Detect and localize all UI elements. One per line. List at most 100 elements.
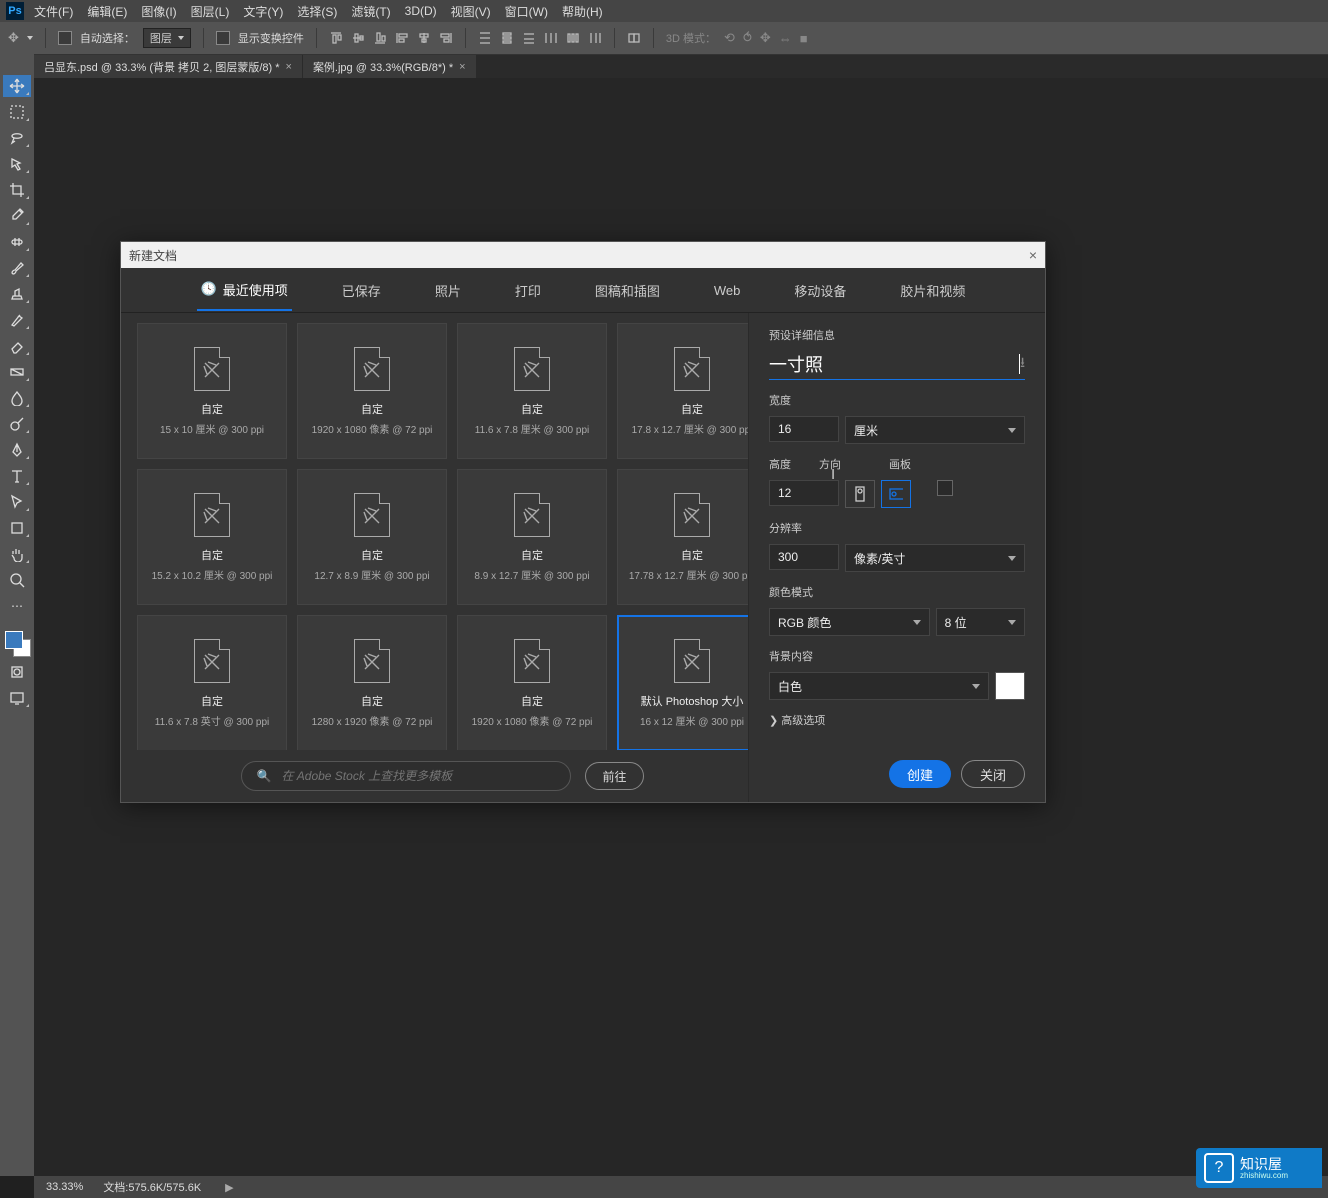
zoom-level[interactable]: 33.33% (46, 1181, 83, 1193)
marquee-tool[interactable] (3, 101, 31, 123)
preset-name-input[interactable]: 一寸照 (769, 351, 1019, 377)
dist-left-icon[interactable] (544, 31, 558, 45)
auto-select-target[interactable]: 图层 (143, 28, 191, 48)
align-left-icon[interactable] (395, 31, 409, 45)
quick-select-tool[interactable] (3, 153, 31, 175)
gradient-tool[interactable] (3, 361, 31, 383)
zoom-tool[interactable] (3, 569, 31, 591)
preset-item[interactable]: 自定1920 x 1080 像素 @ 72 ppi (297, 323, 447, 459)
shape-tool[interactable] (3, 517, 31, 539)
color-mode-select[interactable]: RGB 颜色 (769, 608, 930, 636)
height-input[interactable] (769, 480, 839, 506)
preset-item[interactable]: 自定15.2 x 10.2 厘米 @ 300 ppi (137, 469, 287, 605)
stock-search[interactable]: 🔍 (241, 761, 571, 791)
preset-item[interactable]: 自定11.6 x 7.8 英寸 @ 300 ppi (137, 615, 287, 750)
3d-slide-icon[interactable]: ⇔ (779, 31, 792, 46)
close-tab-icon[interactable]: × (286, 61, 292, 73)
menu-edit[interactable]: 编辑(E) (87, 3, 127, 20)
3d-orbit-icon[interactable]: ⟲ (724, 30, 735, 46)
auto-align-icon[interactable] (627, 31, 641, 45)
close-button[interactable]: 关闭 (961, 760, 1025, 788)
preset-item[interactable]: 自定17.78 x 12.7 厘米 @ 300 ppi (617, 469, 748, 605)
menu-layer[interactable]: 图层(L) (191, 3, 230, 20)
lasso-tool[interactable] (3, 127, 31, 149)
tool-preset-caret[interactable] (27, 36, 33, 40)
eyedropper-tool[interactable] (3, 205, 31, 227)
tab-saved[interactable]: 已保存 (338, 271, 385, 310)
color-swatches[interactable] (3, 629, 31, 657)
tab-recent[interactable]: 🕓最近使用项 (197, 270, 292, 311)
tab-web[interactable]: Web (710, 273, 745, 308)
menu-type[interactable]: 文字(Y) (243, 3, 283, 20)
align-hcenter-icon[interactable] (417, 31, 431, 45)
tab-print[interactable]: 打印 (511, 271, 545, 310)
doc-size[interactable]: 文档:575.6K/575.6K (103, 1179, 201, 1195)
preset-item[interactable]: 自定15 x 10 厘米 @ 300 ppi (137, 323, 287, 459)
tab-art[interactable]: 图稿和插图 (591, 271, 664, 310)
bit-depth-select[interactable]: 8 位 (936, 608, 1025, 636)
path-select-tool[interactable] (3, 491, 31, 513)
healing-tool[interactable] (3, 231, 31, 253)
close-icon[interactable]: × (1029, 247, 1037, 263)
dist-hcenter-icon[interactable] (566, 31, 580, 45)
go-button[interactable]: 前往 (585, 762, 643, 790)
align-bottom-icon[interactable] (373, 31, 387, 45)
preset-item[interactable]: 自定1280 x 1920 像素 @ 72 ppi (297, 615, 447, 750)
dist-vcenter-icon[interactable] (500, 31, 514, 45)
preset-item[interactable]: 自定8.9 x 12.7 厘米 @ 300 ppi (457, 469, 607, 605)
preset-item[interactable]: 默认 Photoshop 大小16 x 12 厘米 @ 300 ppi (617, 615, 748, 750)
3d-pan-icon[interactable]: ✥ (760, 30, 771, 46)
menu-view[interactable]: 视图(V) (451, 3, 491, 20)
create-button[interactable]: 创建 (889, 760, 951, 788)
hand-tool[interactable] (3, 543, 31, 565)
type-tool[interactable] (3, 465, 31, 487)
resolution-input[interactable] (769, 544, 839, 570)
3d-roll-icon[interactable]: ⥀ (743, 30, 752, 46)
tab-photo[interactable]: 照片 (431, 271, 465, 310)
clone-stamp-tool[interactable] (3, 283, 31, 305)
background-select[interactable]: 白色 (769, 672, 989, 700)
menu-file[interactable]: 文件(F) (34, 3, 73, 20)
menu-image[interactable]: 图像(I) (141, 3, 176, 20)
menu-help[interactable]: 帮助(H) (562, 3, 603, 20)
show-transform-checkbox[interactable] (216, 31, 230, 45)
blur-tool[interactable] (3, 387, 31, 409)
menu-window[interactable]: 窗口(W) (505, 3, 548, 20)
background-color-swatch[interactable] (995, 672, 1025, 700)
width-unit-select[interactable]: 厘米 (845, 416, 1025, 444)
auto-select-checkbox[interactable] (58, 31, 72, 45)
save-preset-icon[interactable]: ⭳ (1020, 352, 1025, 376)
portrait-button[interactable] (845, 480, 875, 508)
align-vcenter-icon[interactable] (351, 31, 365, 45)
artboard-checkbox[interactable] (937, 480, 953, 496)
preset-item[interactable]: 自定1920 x 1080 像素 @ 72 ppi (457, 615, 607, 750)
dist-bottom-icon[interactable] (522, 31, 536, 45)
eraser-tool[interactable] (3, 335, 31, 357)
edit-toolbar[interactable]: ⋯ (3, 595, 31, 617)
width-input[interactable] (769, 416, 839, 442)
stock-search-input[interactable] (279, 768, 556, 784)
quick-mask[interactable] (3, 661, 31, 683)
brush-tool[interactable] (3, 257, 31, 279)
align-right-icon[interactable] (439, 31, 453, 45)
doc-tab-1[interactable]: 案例.jpg @ 33.3%(RGB/8*) *× (303, 55, 476, 79)
landscape-button[interactable] (881, 480, 911, 508)
dist-top-icon[interactable] (478, 31, 492, 45)
align-top-icon[interactable] (329, 31, 343, 45)
menu-select[interactable]: 选择(S) (297, 3, 337, 20)
screen-mode[interactable] (3, 687, 31, 709)
history-brush-tool[interactable] (3, 309, 31, 331)
dist-right-icon[interactable] (588, 31, 602, 45)
menu-3d[interactable]: 3D(D) (405, 4, 437, 18)
3d-camera-icon[interactable]: ■ (800, 31, 808, 46)
resolution-unit-select[interactable]: 像素/英寸 (845, 544, 1025, 572)
preset-item[interactable]: 自定11.6 x 7.8 厘米 @ 300 ppi (457, 323, 607, 459)
preset-item[interactable]: 自定17.8 x 12.7 厘米 @ 300 ppi (617, 323, 748, 459)
preset-item[interactable]: 自定12.7 x 8.9 厘米 @ 300 ppi (297, 469, 447, 605)
dodge-tool[interactable] (3, 413, 31, 435)
tab-film[interactable]: 胶片和视频 (896, 271, 969, 310)
advanced-toggle[interactable]: ❯ 高级选项 (769, 712, 1025, 728)
pen-tool[interactable] (3, 439, 31, 461)
menu-filter[interactable]: 滤镜(T) (351, 3, 390, 20)
crop-tool[interactable] (3, 179, 31, 201)
